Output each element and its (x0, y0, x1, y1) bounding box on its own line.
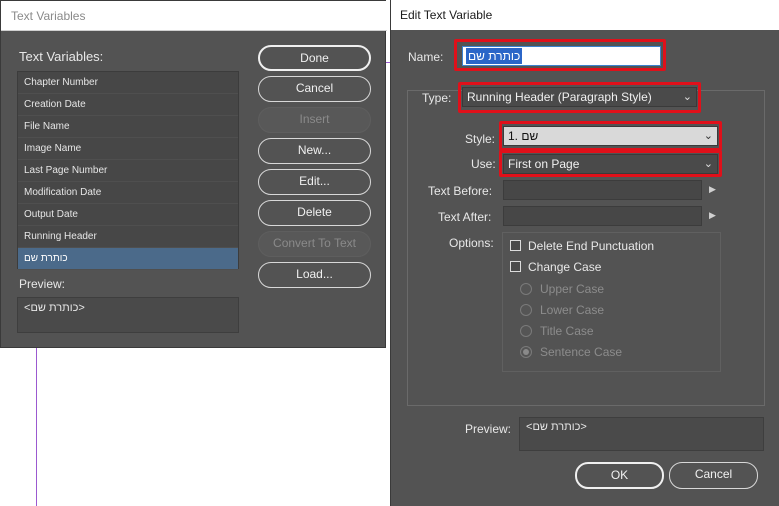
arrow-right-icon[interactable]: ▶ (709, 210, 716, 221)
style-value: 1. שם (508, 129, 539, 143)
change-case-checkbox[interactable] (510, 261, 521, 272)
options-label: Options: (449, 236, 494, 250)
list-item-selected[interactable]: כותרת שם (18, 248, 238, 270)
guide-line-vertical (36, 340, 37, 506)
use-value: First on Page (508, 157, 580, 171)
name-value: כותרת שם (466, 48, 523, 64)
text-variables-dialog: Text Variables Text Variables: Chapter N… (0, 0, 387, 348)
cancel-button[interactable]: Cancel (669, 462, 758, 489)
upper-case-radio[interactable] (520, 283, 532, 295)
dialog-title: Text Variables (11, 9, 86, 23)
text-before-input[interactable] (503, 180, 702, 200)
preview-value: <כותרת שם> (24, 302, 85, 314)
edit-text-variable-dialog: Edit Text Variable Name: כותרת שם Type: … (390, 0, 779, 506)
text-variables-list[interactable]: Chapter Number Creation Date File Name I… (17, 71, 239, 270)
list-item[interactable]: Running Header (18, 226, 238, 248)
delete-end-punctuation-checkbox[interactable] (510, 240, 521, 251)
load-button[interactable]: Load... (258, 262, 371, 288)
chevron-down-icon: ⌄ (682, 91, 692, 103)
preview-label: Preview: (19, 277, 66, 291)
list-item[interactable]: Output Date (18, 204, 238, 226)
dialog-titlebar[interactable]: Edit Text Variable (391, 0, 779, 30)
done-button[interactable]: Done (258, 45, 371, 71)
name-label: Name: (408, 50, 444, 64)
preview-label: Preview: (465, 422, 512, 436)
arrow-right-icon[interactable]: ▶ (709, 184, 716, 195)
list-item[interactable]: Creation Date (18, 94, 238, 116)
list-item[interactable]: Modification Date (18, 182, 238, 204)
list-item[interactable]: Chapter Number (18, 72, 238, 94)
new-button[interactable]: New... (258, 138, 371, 164)
preview-box: <כותרת שם> (17, 297, 239, 333)
list-item[interactable]: Image Name (18, 138, 238, 160)
name-input[interactable]: כותרת שם (462, 46, 661, 66)
edit-button[interactable]: Edit... (258, 169, 371, 195)
list-item[interactable]: Last Page Number (18, 160, 238, 182)
insert-button[interactable]: Insert (258, 107, 371, 133)
radio-label: Lower Case (540, 303, 605, 317)
checkbox-label: Delete End Punctuation (528, 239, 655, 253)
text-variables-label: Text Variables: (19, 49, 104, 64)
preview-value: <כותרת שם> (526, 421, 587, 433)
lower-case-radio[interactable] (520, 304, 532, 316)
text-before-label: Text Before: (428, 184, 493, 198)
use-label: Use: (471, 157, 496, 171)
cancel-button[interactable]: Cancel (258, 76, 371, 102)
dialog-titlebar[interactable]: Text Variables (1, 1, 387, 31)
preview-box: <כותרת שם> (519, 417, 764, 451)
radio-label: Title Case (540, 324, 594, 338)
ok-button[interactable]: OK (575, 462, 664, 489)
delete-button[interactable]: Delete (258, 200, 371, 226)
style-label: Style: (465, 132, 496, 146)
text-after-input[interactable] (503, 206, 702, 226)
type-label: Type: (422, 91, 452, 105)
dialog-title: Edit Text Variable (400, 8, 493, 22)
convert-to-text-button[interactable]: Convert To Text (258, 231, 371, 257)
chevron-down-icon: ⌄ (703, 130, 713, 142)
type-select[interactable]: Running Header (Paragraph Style) ⌄ (462, 87, 697, 107)
list-item[interactable]: File Name (18, 116, 238, 138)
sentence-case-radio[interactable] (520, 346, 532, 358)
radio-label: Upper Case (540, 282, 605, 296)
use-select[interactable]: First on Page ⌄ (503, 154, 718, 174)
checkbox-label: Change Case (528, 260, 602, 274)
text-after-label: Text After: (438, 210, 492, 224)
radio-label: Sentence Case (540, 345, 623, 359)
chevron-down-icon: ⌄ (703, 158, 713, 170)
style-select[interactable]: 1. שם ⌄ (503, 126, 718, 146)
type-value: Running Header (Paragraph Style) (467, 90, 652, 104)
title-case-radio[interactable] (520, 325, 532, 337)
